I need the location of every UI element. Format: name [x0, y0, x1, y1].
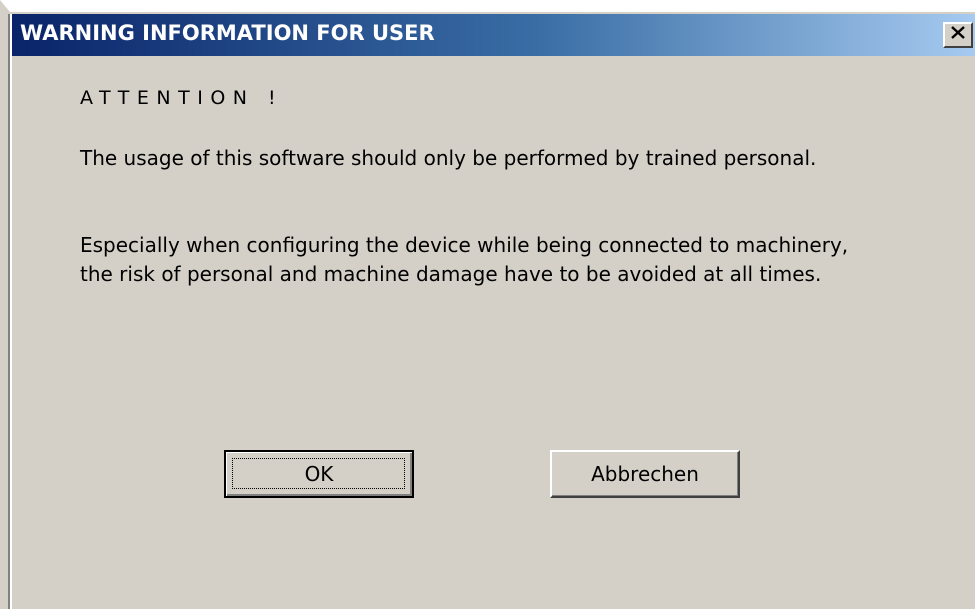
message-paragraph-1: The usage of this software should only b… [80, 146, 817, 170]
ok-button-label: OK [304, 462, 334, 486]
cancel-button-label: Abbrechen [591, 462, 699, 486]
close-icon [951, 26, 965, 44]
title-bar[interactable]: WARNING INFORMATION FOR USER [12, 14, 975, 56]
attention-heading: ATTENTION ! [80, 87, 284, 109]
cancel-button[interactable]: Abbrechen [550, 450, 740, 498]
ok-button[interactable]: OK [224, 450, 414, 498]
window-title: WARNING INFORMATION FOR USER [20, 21, 435, 45]
dialog-content: ATTENTION ! The usage of this software s… [12, 56, 975, 609]
close-button[interactable] [943, 22, 973, 48]
message-paragraph-2: Especially when configuring the device w… [80, 233, 849, 286]
